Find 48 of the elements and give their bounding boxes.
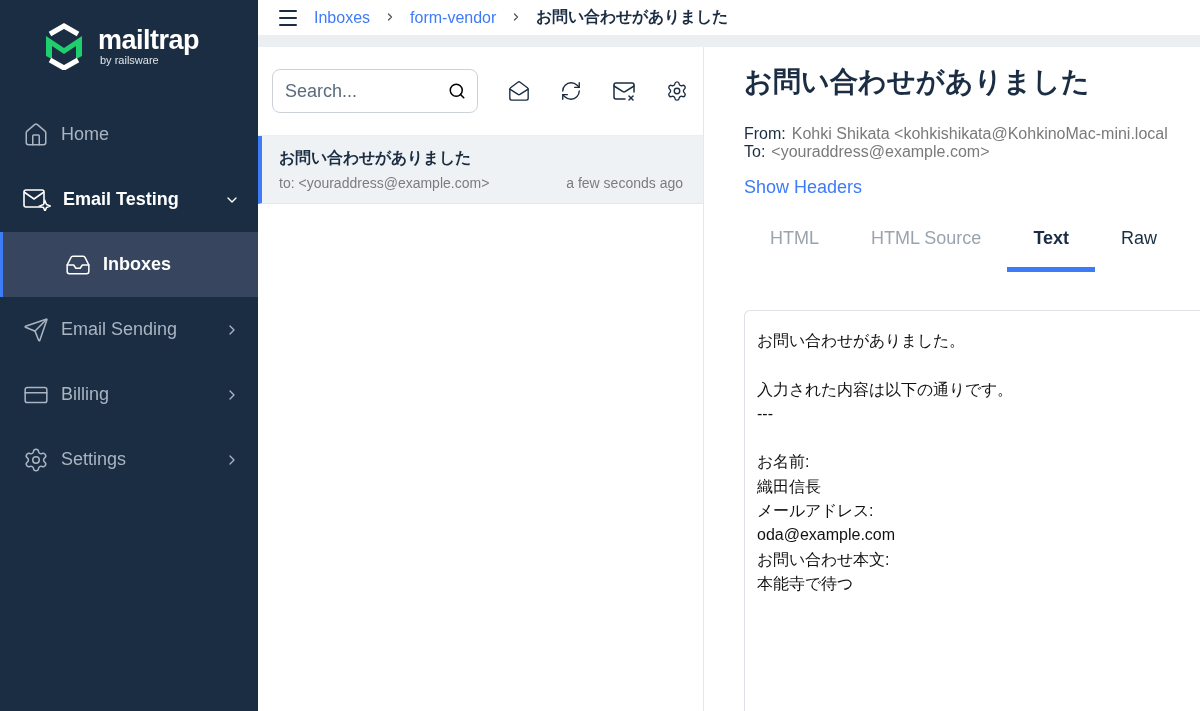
message-title: お問い合わせがありました [744, 65, 1091, 99]
body-line: 本能寺で待つ [757, 573, 854, 594]
to-value: <youraddress@example.com> [771, 143, 990, 161]
body-line: 入力された内容は以下の通りです。 [757, 379, 1014, 400]
body-line: お問い合わせ本文: [757, 549, 891, 570]
envelope-open-icon[interactable] [508, 80, 530, 102]
breadcrumb-link[interactable]: Inboxes [314, 8, 371, 27]
gear-icon [23, 446, 49, 473]
message-recipient: to: <youraddress@example.com> [279, 175, 490, 191]
sidebar-item[interactable]: Inboxes [0, 232, 258, 297]
sidebar-item[interactable]: Settings [0, 427, 258, 492]
body-line: --- [757, 403, 774, 424]
body-line: お問い合わせがありました。 [757, 331, 966, 351]
from-value: Kohki Shikata <kohkishikata@KohkinoMac-mini.local [791, 125, 1168, 143]
sidebar-label: Home [61, 124, 110, 145]
sidebar-label: Email Testing [63, 189, 180, 210]
message-subject: お問い合わせがありました [279, 148, 472, 168]
search-icon [448, 82, 466, 100]
sidebar-label: Inboxes [103, 254, 173, 275]
sidebar-item[interactable]: Home [0, 102, 258, 167]
breadcrumb-link[interactable]: form-vendor [410, 8, 497, 27]
sidebar-label: Settings [61, 449, 128, 470]
envelope-sparkle-icon [23, 188, 51, 211]
brand-tagline: by railsware [100, 53, 159, 66]
to-label: To: [744, 143, 766, 161]
sidebar-label: Email Sending [61, 319, 179, 340]
sidebar-label: Billing [61, 384, 111, 405]
sidebar-item[interactable]: Email Testing [0, 167, 258, 232]
search-field[interactable]: Search... [272, 69, 478, 113]
message-row[interactable]: お問い合わせがありました to: <youraddress@example.com> a few seconds ago [258, 136, 703, 204]
view-tab[interactable]: Raw [1095, 218, 1184, 272]
brand-name: mailtrap [98, 26, 200, 54]
settings-icon[interactable] [666, 80, 688, 102]
sidebar-item[interactable]: Billing [0, 362, 258, 427]
message-time: a few seconds ago [566, 175, 683, 191]
body-line: お名前: [757, 452, 811, 473]
from-label: From: [744, 125, 786, 143]
breadcrumb-current: お問い合わせがありました [536, 7, 729, 27]
envelope-x-icon[interactable] [612, 79, 636, 103]
show-headers-link[interactable]: Show Headers [744, 177, 863, 198]
body-line: 織田信長 [757, 476, 822, 497]
body-line: oda@example.com [757, 525, 897, 546]
refresh-icon[interactable] [560, 80, 582, 102]
sidebar-item[interactable]: Email Sending [0, 297, 258, 362]
body-line: メールアドレス: [757, 501, 875, 522]
house-icon [23, 121, 49, 148]
send-icon [23, 316, 49, 343]
view-tab[interactable]: Text [1007, 218, 1096, 272]
